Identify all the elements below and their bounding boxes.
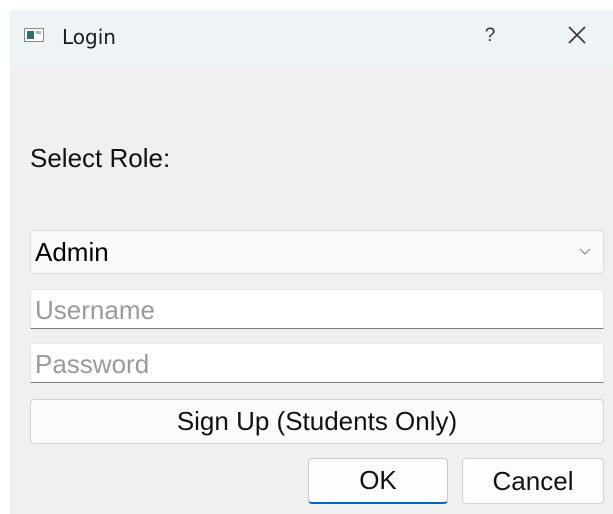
password-input[interactable]: Password [30,343,604,383]
login-dialog: Login ? Select Role: Admin Username Pass… [10,10,613,514]
window-title: Login [62,25,116,49]
close-icon [568,26,586,44]
app-window-icon [24,28,44,42]
cancel-button[interactable]: Cancel [462,458,604,504]
signup-button[interactable]: Sign Up (Students Only) [30,399,604,444]
password-placeholder: Password [35,349,150,379]
ok-button[interactable]: OK [308,458,448,504]
role-label: Select Role: [30,143,171,173]
chevron-down-icon [579,248,591,255]
username-input[interactable]: Username [30,289,604,329]
role-select[interactable]: Admin [30,230,604,274]
username-placeholder: Username [35,295,155,325]
role-select-value: Admin [35,237,109,267]
title-bar[interactable]: Login ? [10,10,613,66]
close-button[interactable] [564,22,590,48]
help-button[interactable]: ? [478,20,502,52]
